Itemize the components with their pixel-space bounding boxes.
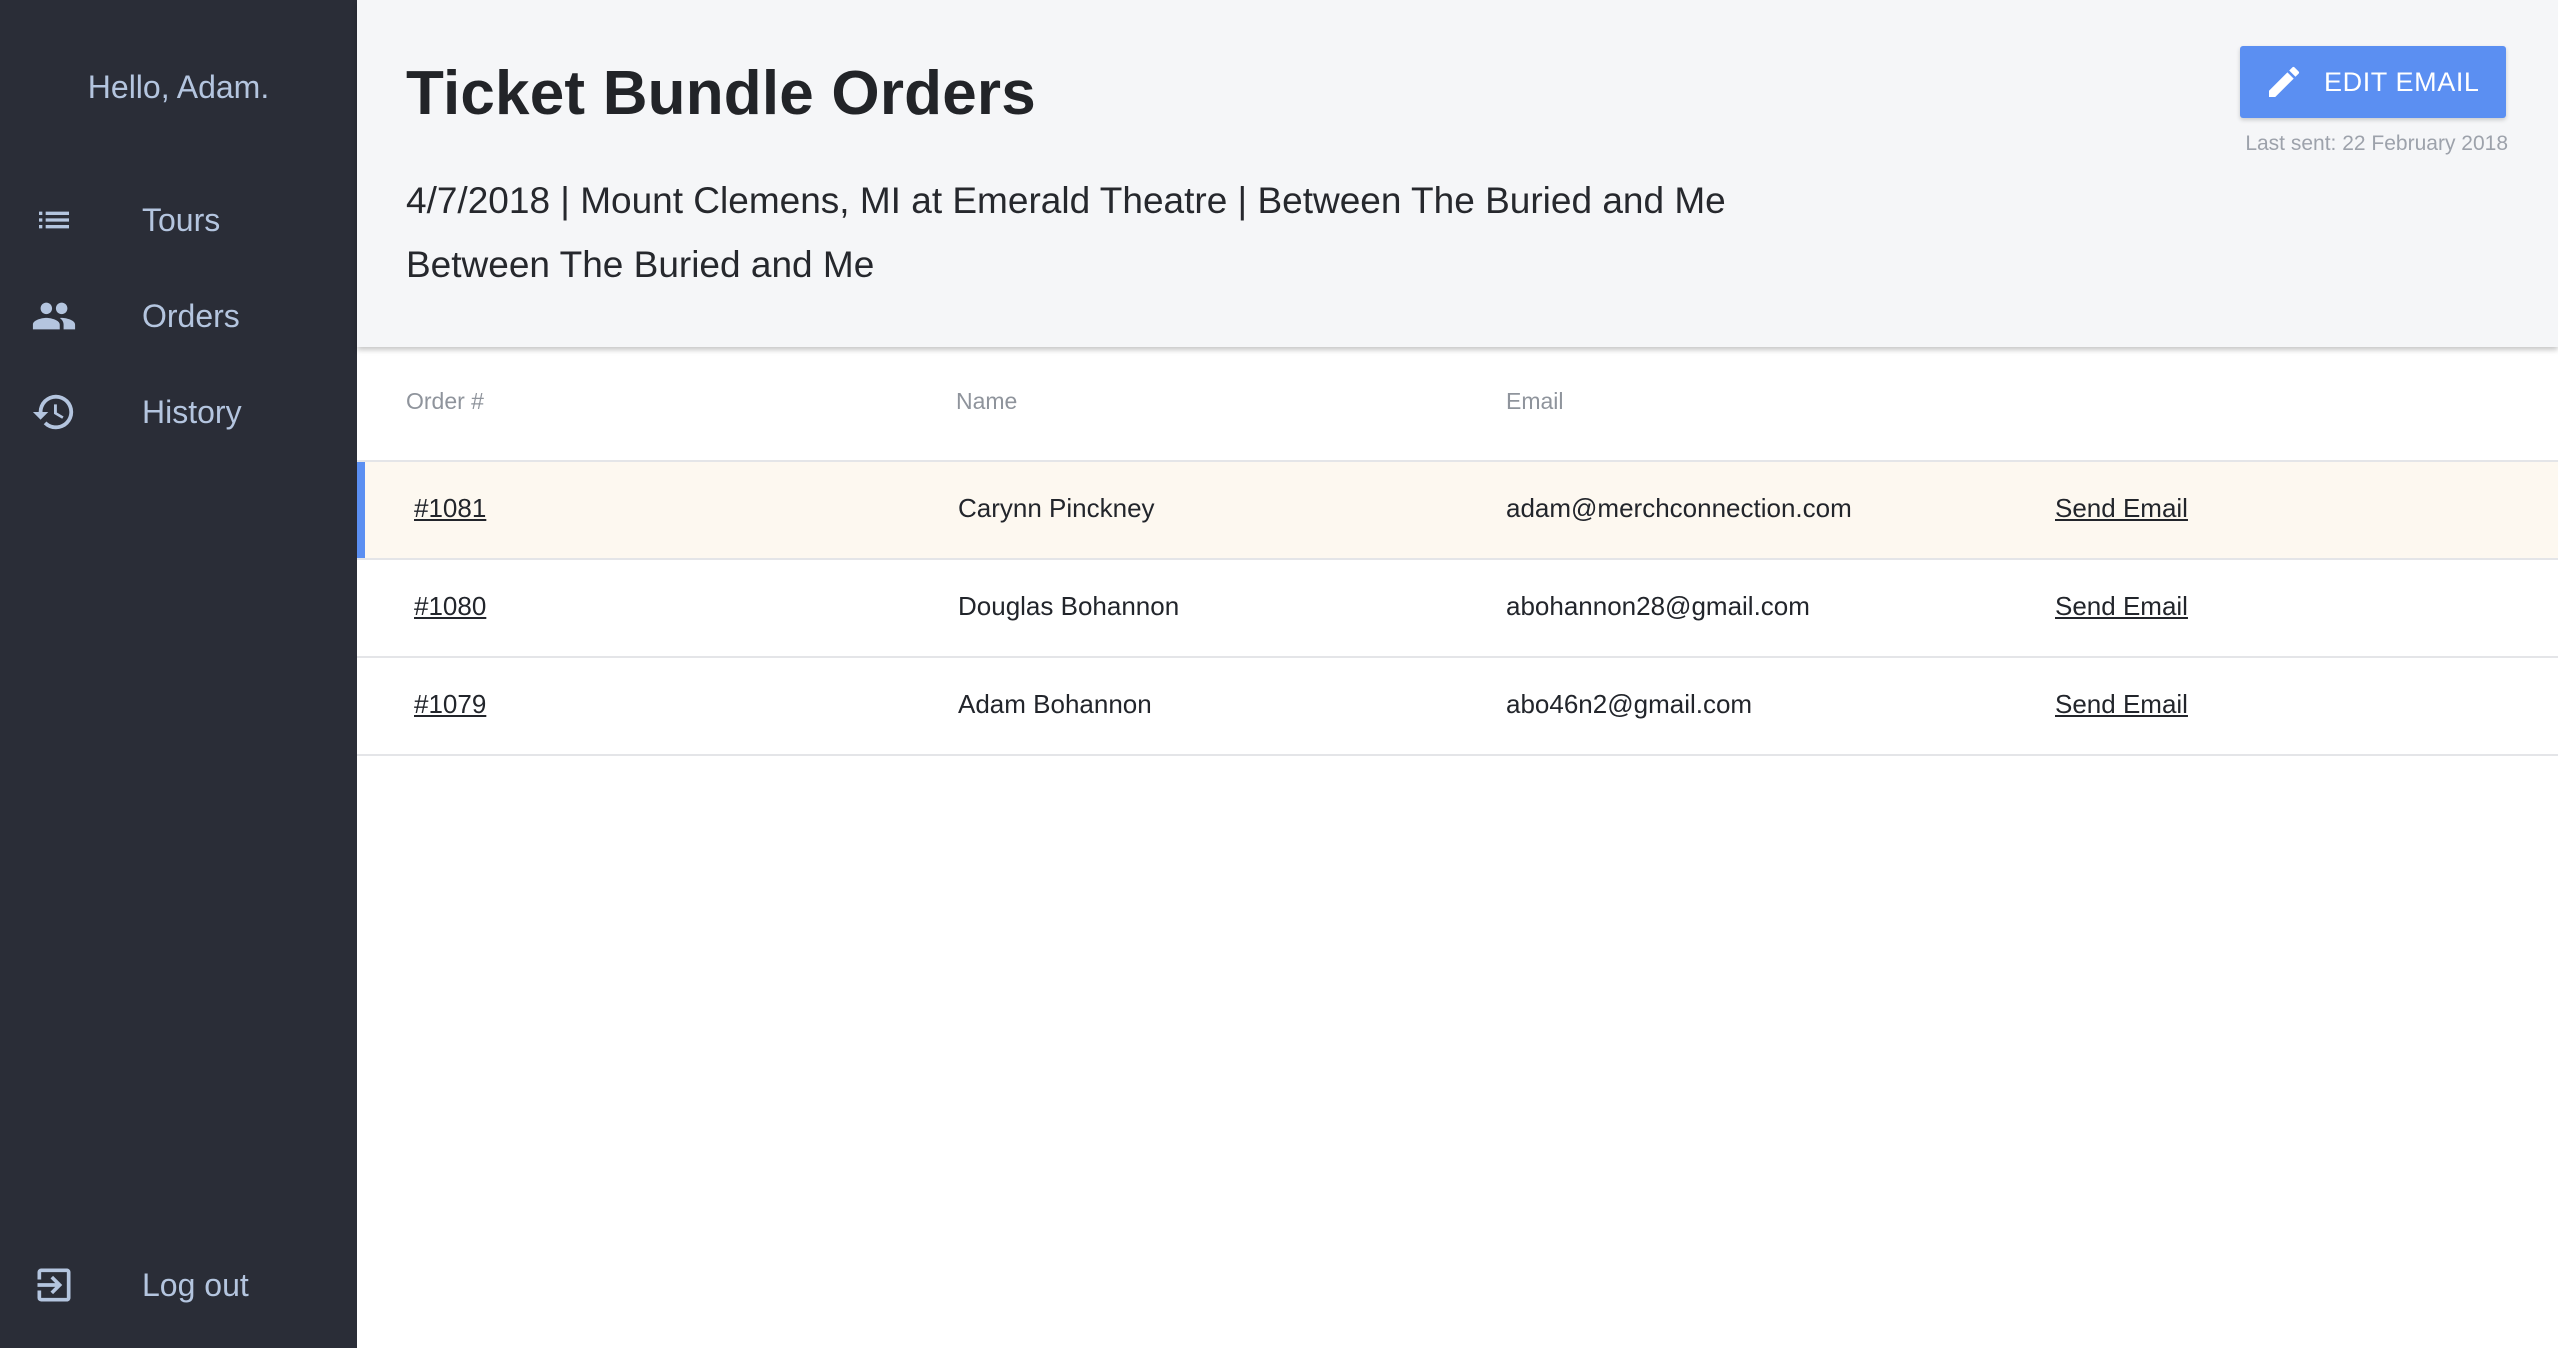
sidebar: Hello, Adam. Tours Orders History Log ou… [0, 0, 357, 1348]
customer-email: adam@merchconnection.com [1506, 493, 1852, 523]
edit-email-label: EDIT EMAIL [2324, 66, 2480, 97]
people-icon [30, 292, 78, 340]
greeting: Hello, Adam. [87, 69, 270, 105]
customer-name: Douglas Bohannon [958, 591, 1180, 621]
list-icon [30, 196, 78, 244]
customer-email: abo46n2@gmail.com [1506, 689, 1753, 719]
logout-button[interactable]: Log out [0, 1243, 357, 1327]
artist-name: Between The Buried and Me [406, 244, 875, 285]
sidebar-item-label: Tours [142, 201, 221, 238]
order-number-link[interactable]: #1081 [414, 493, 486, 524]
table-row[interactable]: #1079 Adam Bohannon abo46n2@gmail.com Se… [357, 658, 2558, 756]
event-details: 4/7/2018 | Mount Clemens, MI at Emerald … [406, 180, 1726, 221]
edit-email-button[interactable]: EDIT EMAIL [2240, 46, 2506, 118]
customer-email: abohannon28@gmail.com [1506, 591, 1810, 621]
customer-name: Carynn Pinckney [958, 493, 1155, 523]
pencil-icon [2264, 62, 2304, 102]
sidebar-item-label: Orders [142, 297, 240, 334]
sidebar-item-tours[interactable]: Tours [0, 178, 357, 262]
page-header: Ticket Bundle Orders 4/7/2018 | Mount Cl… [357, 0, 2558, 347]
logout-icon [30, 1261, 78, 1309]
column-header-order: Order # [406, 388, 484, 414]
customer-name: Adam Bohannon [958, 689, 1152, 719]
page-title: Ticket Bundle Orders [406, 59, 1036, 128]
sidebar-item-label: History [142, 393, 242, 430]
table-row[interactable]: #1080 Douglas Bohannon abohannon28@gmail… [357, 560, 2558, 658]
order-number-link[interactable]: #1079 [414, 689, 486, 720]
last-sent-text: Last sent: 22 February 2018 [2245, 132, 2508, 155]
history-icon [30, 388, 78, 436]
column-header-email: Email [1506, 388, 1564, 414]
sidebar-item-orders[interactable]: Orders [0, 274, 357, 358]
send-email-link[interactable]: Send Email [2055, 591, 2188, 622]
table-row[interactable]: #1081 Carynn Pinckney adam@merchconnecti… [357, 462, 2558, 560]
send-email-link[interactable]: Send Email [2055, 689, 2188, 720]
order-number-link[interactable]: #1080 [414, 591, 486, 622]
column-header-name: Name [956, 388, 1018, 414]
sidebar-item-history[interactable]: History [0, 370, 357, 454]
send-email-link[interactable]: Send Email [2055, 493, 2188, 524]
logout-label: Log out [142, 1266, 249, 1303]
